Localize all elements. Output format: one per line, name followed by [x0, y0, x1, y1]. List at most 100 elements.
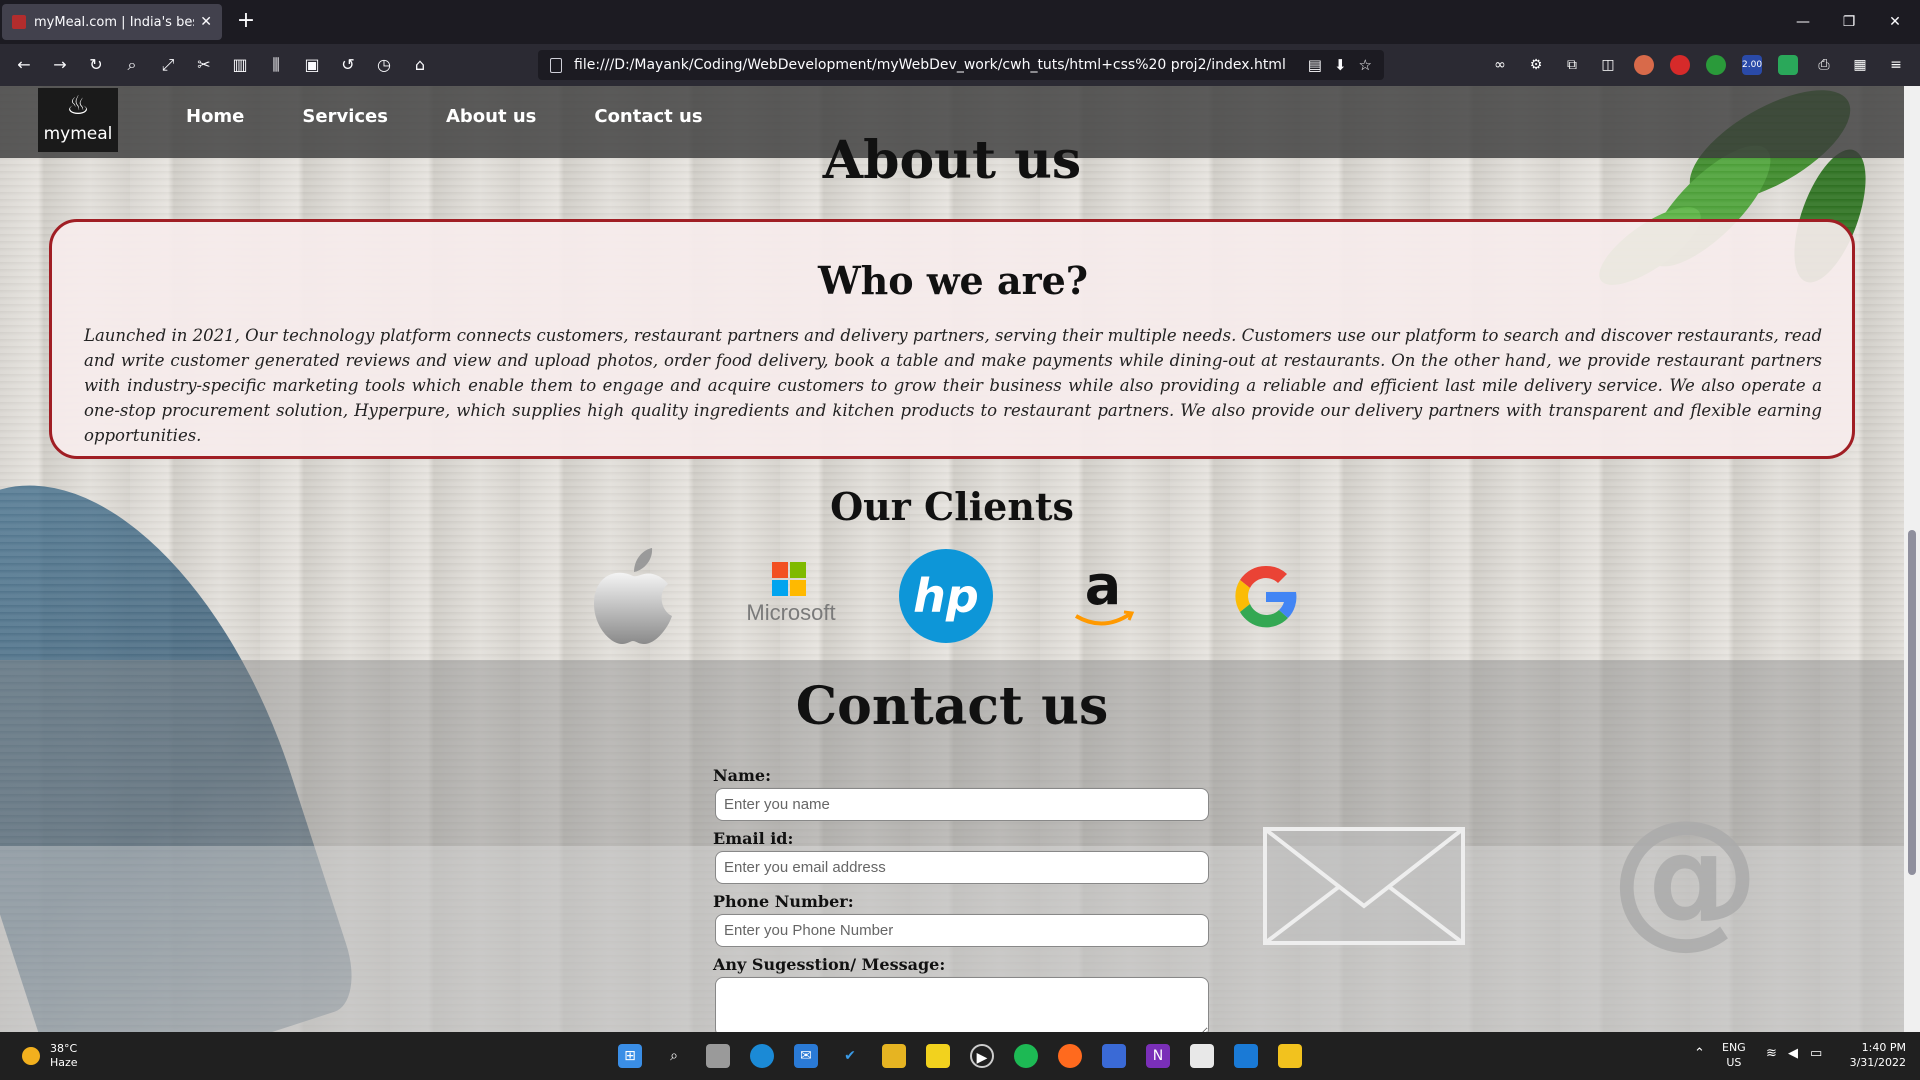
- reload-icon[interactable]: ↻: [82, 52, 110, 78]
- amazon-wordmark: a: [1085, 554, 1121, 617]
- library-icon[interactable]: ⫼: [262, 52, 290, 78]
- volume-icon[interactable]: ◀: [1788, 1046, 1798, 1061]
- home-icon[interactable]: ⌂: [406, 52, 434, 78]
- green-extension-icon[interactable]: [1706, 55, 1726, 75]
- forward-arrow-icon[interactable]: →: [46, 52, 74, 78]
- avatar[interactable]: [1634, 55, 1654, 75]
- yellow-app-icon[interactable]: [1278, 1044, 1302, 1068]
- google-logo-icon: [1235, 565, 1297, 628]
- shield-icon[interactable]: [1778, 55, 1798, 75]
- clock-time: 1:40 PM: [1861, 1041, 1906, 1054]
- media-player-icon[interactable]: ▶: [970, 1044, 994, 1068]
- envelope-icon: [1263, 827, 1465, 945]
- bookmark-star-icon[interactable]: ☆: [1359, 56, 1372, 74]
- apple-logo-icon: [594, 548, 672, 644]
- minimize-button[interactable]: —: [1780, 0, 1826, 44]
- todo-check-icon[interactable]: ✔: [838, 1044, 862, 1068]
- page-icon: [550, 57, 562, 73]
- start-windows-icon[interactable]: ⊞: [618, 1044, 642, 1068]
- page-scrollbar-thumb[interactable]: [1908, 530, 1916, 875]
- sticky-notes-icon[interactable]: [926, 1044, 950, 1068]
- tab-strip: myMeal.com | India's best Food ✕ + — ❐ ✕: [0, 0, 1920, 44]
- whiteboard-icon[interactable]: [1190, 1044, 1214, 1068]
- reader-view-icon[interactable]: ▤: [1308, 56, 1322, 74]
- tray-overflow-chevron-icon[interactable]: ⌃: [1694, 1046, 1705, 1061]
- mail-icon[interactable]: ✉: [794, 1044, 818, 1068]
- phone-label: Phone Number:: [713, 892, 854, 911]
- browser-toolbar: ← → ↻ ⌕ ⤢ ✂ ▥ ⫼ ▣ ↺ ◷ ⌂ file:///D:/Mayan…: [0, 44, 1920, 86]
- nav-link-contact[interactable]: Contact us: [594, 106, 702, 127]
- at-symbol-icon: @: [1610, 789, 1760, 963]
- contact-heading: Contact us: [795, 676, 1109, 737]
- infinity-extension-icon[interactable]: ∞: [1490, 55, 1510, 75]
- message-textarea[interactable]: [715, 977, 1209, 1032]
- microsoft-squares-icon: [772, 562, 806, 596]
- weather-condition: Haze: [50, 1056, 78, 1069]
- tab-close-icon[interactable]: ✕: [200, 14, 212, 30]
- language-indicator[interactable]: ENG US: [1722, 1040, 1746, 1070]
- browser-tab-active[interactable]: myMeal.com | India's best Food ✕: [2, 4, 222, 40]
- nav-link-services[interactable]: Services: [302, 106, 388, 127]
- history-icon[interactable]: ↺: [334, 52, 362, 78]
- fullscreen-icon[interactable]: ⤢: [154, 52, 182, 78]
- who-we-are-text: Launched in 2021, Our technology platfor…: [84, 326, 1822, 445]
- client-logos: Microsoft hp a: [588, 546, 1308, 656]
- phone-input[interactable]: [715, 914, 1209, 947]
- email-label: Email id:: [713, 829, 794, 848]
- clock-date: 3/31/2022: [1849, 1056, 1906, 1069]
- nav-link-about[interactable]: About us: [446, 106, 536, 127]
- wifi-icon[interactable]: ≋: [1766, 1046, 1777, 1061]
- badge-extension-icon[interactable]: 2.00: [1742, 55, 1762, 75]
- search-icon[interactable]: ⌕: [118, 52, 146, 78]
- apps-grid-icon[interactable]: ▦: [1850, 55, 1870, 75]
- print-icon[interactable]: ⎙: [1814, 55, 1834, 75]
- spotify-icon[interactable]: [1014, 1044, 1038, 1068]
- onenote-icon[interactable]: N: [1146, 1044, 1170, 1068]
- clock-icon[interactable]: ◷: [370, 52, 398, 78]
- sidebar-icon[interactable]: ▥: [226, 52, 254, 78]
- address-bar[interactable]: file:///D:/Mayank/Coding/WebDevelopment/…: [538, 50, 1384, 80]
- back-arrow-icon[interactable]: ←: [10, 52, 38, 78]
- file-explorer-icon[interactable]: [882, 1044, 906, 1068]
- tab-title: myMeal.com | India's best Food: [34, 14, 194, 30]
- hp-wordmark: hp: [913, 569, 979, 623]
- task-view-icon[interactable]: [706, 1044, 730, 1068]
- weather-temperature: 38°C: [50, 1042, 78, 1055]
- security-shield-icon[interactable]: [1102, 1044, 1126, 1068]
- url-text[interactable]: file:///D:/Mayank/Coding/WebDevelopment/…: [574, 57, 1296, 73]
- contact-form: Name: Email id: Phone Number: Any Sugess…: [713, 766, 1209, 1032]
- firefox-icon[interactable]: [1058, 1044, 1082, 1068]
- taskbar-search-icon[interactable]: ⌕: [662, 1044, 686, 1068]
- page-viewport: ♨ mymeal Home Services About us Contact …: [0, 86, 1904, 1032]
- extensions-puzzle-icon[interactable]: ⧉: [1562, 55, 1582, 75]
- screenshot-icon[interactable]: ✂: [190, 52, 218, 78]
- vscode-icon[interactable]: [1234, 1044, 1258, 1068]
- settings-gear-icon[interactable]: ⚙: [1526, 55, 1546, 75]
- restore-button[interactable]: ❐: [1826, 0, 1872, 44]
- microsoft-logo: Microsoft: [736, 546, 846, 646]
- nav-link-home[interactable]: Home: [186, 106, 244, 127]
- new-tab-button[interactable]: +: [232, 8, 260, 36]
- site-nav: Home Services About us Contact us: [186, 106, 761, 127]
- hp-logo-icon: hp: [899, 549, 993, 643]
- edge-browser-icon[interactable]: [750, 1044, 774, 1068]
- battery-icon[interactable]: ▭: [1810, 1046, 1822, 1061]
- red-extension-icon[interactable]: [1670, 55, 1690, 75]
- collections-icon[interactable]: ▣: [298, 52, 326, 78]
- pocket-save-icon[interactable]: ◫: [1598, 55, 1618, 75]
- pocket-icon[interactable]: ⬇: [1334, 56, 1347, 74]
- who-we-are-heading: Who we are?: [817, 258, 1089, 303]
- clock-widget[interactable]: 1:40 PM 3/31/2022: [1840, 1040, 1906, 1070]
- amazon-logo-icon: a: [1074, 554, 1135, 626]
- close-window-button[interactable]: ✕: [1872, 0, 1918, 44]
- email-input[interactable]: [715, 851, 1209, 884]
- site-favicon-icon: [12, 15, 26, 29]
- weather-widget[interactable]: 38°C Haze: [22, 1042, 78, 1070]
- name-input[interactable]: [715, 788, 1209, 821]
- menu-hamburger-icon[interactable]: ≡: [1886, 55, 1906, 75]
- language-region: US: [1726, 1056, 1742, 1069]
- microsoft-wordmark: Microsoft: [746, 600, 836, 625]
- clients-heading: Our Clients: [830, 484, 1074, 529]
- about-heading: About us: [822, 130, 1082, 191]
- logo-mark-icon: ♨: [66, 91, 90, 121]
